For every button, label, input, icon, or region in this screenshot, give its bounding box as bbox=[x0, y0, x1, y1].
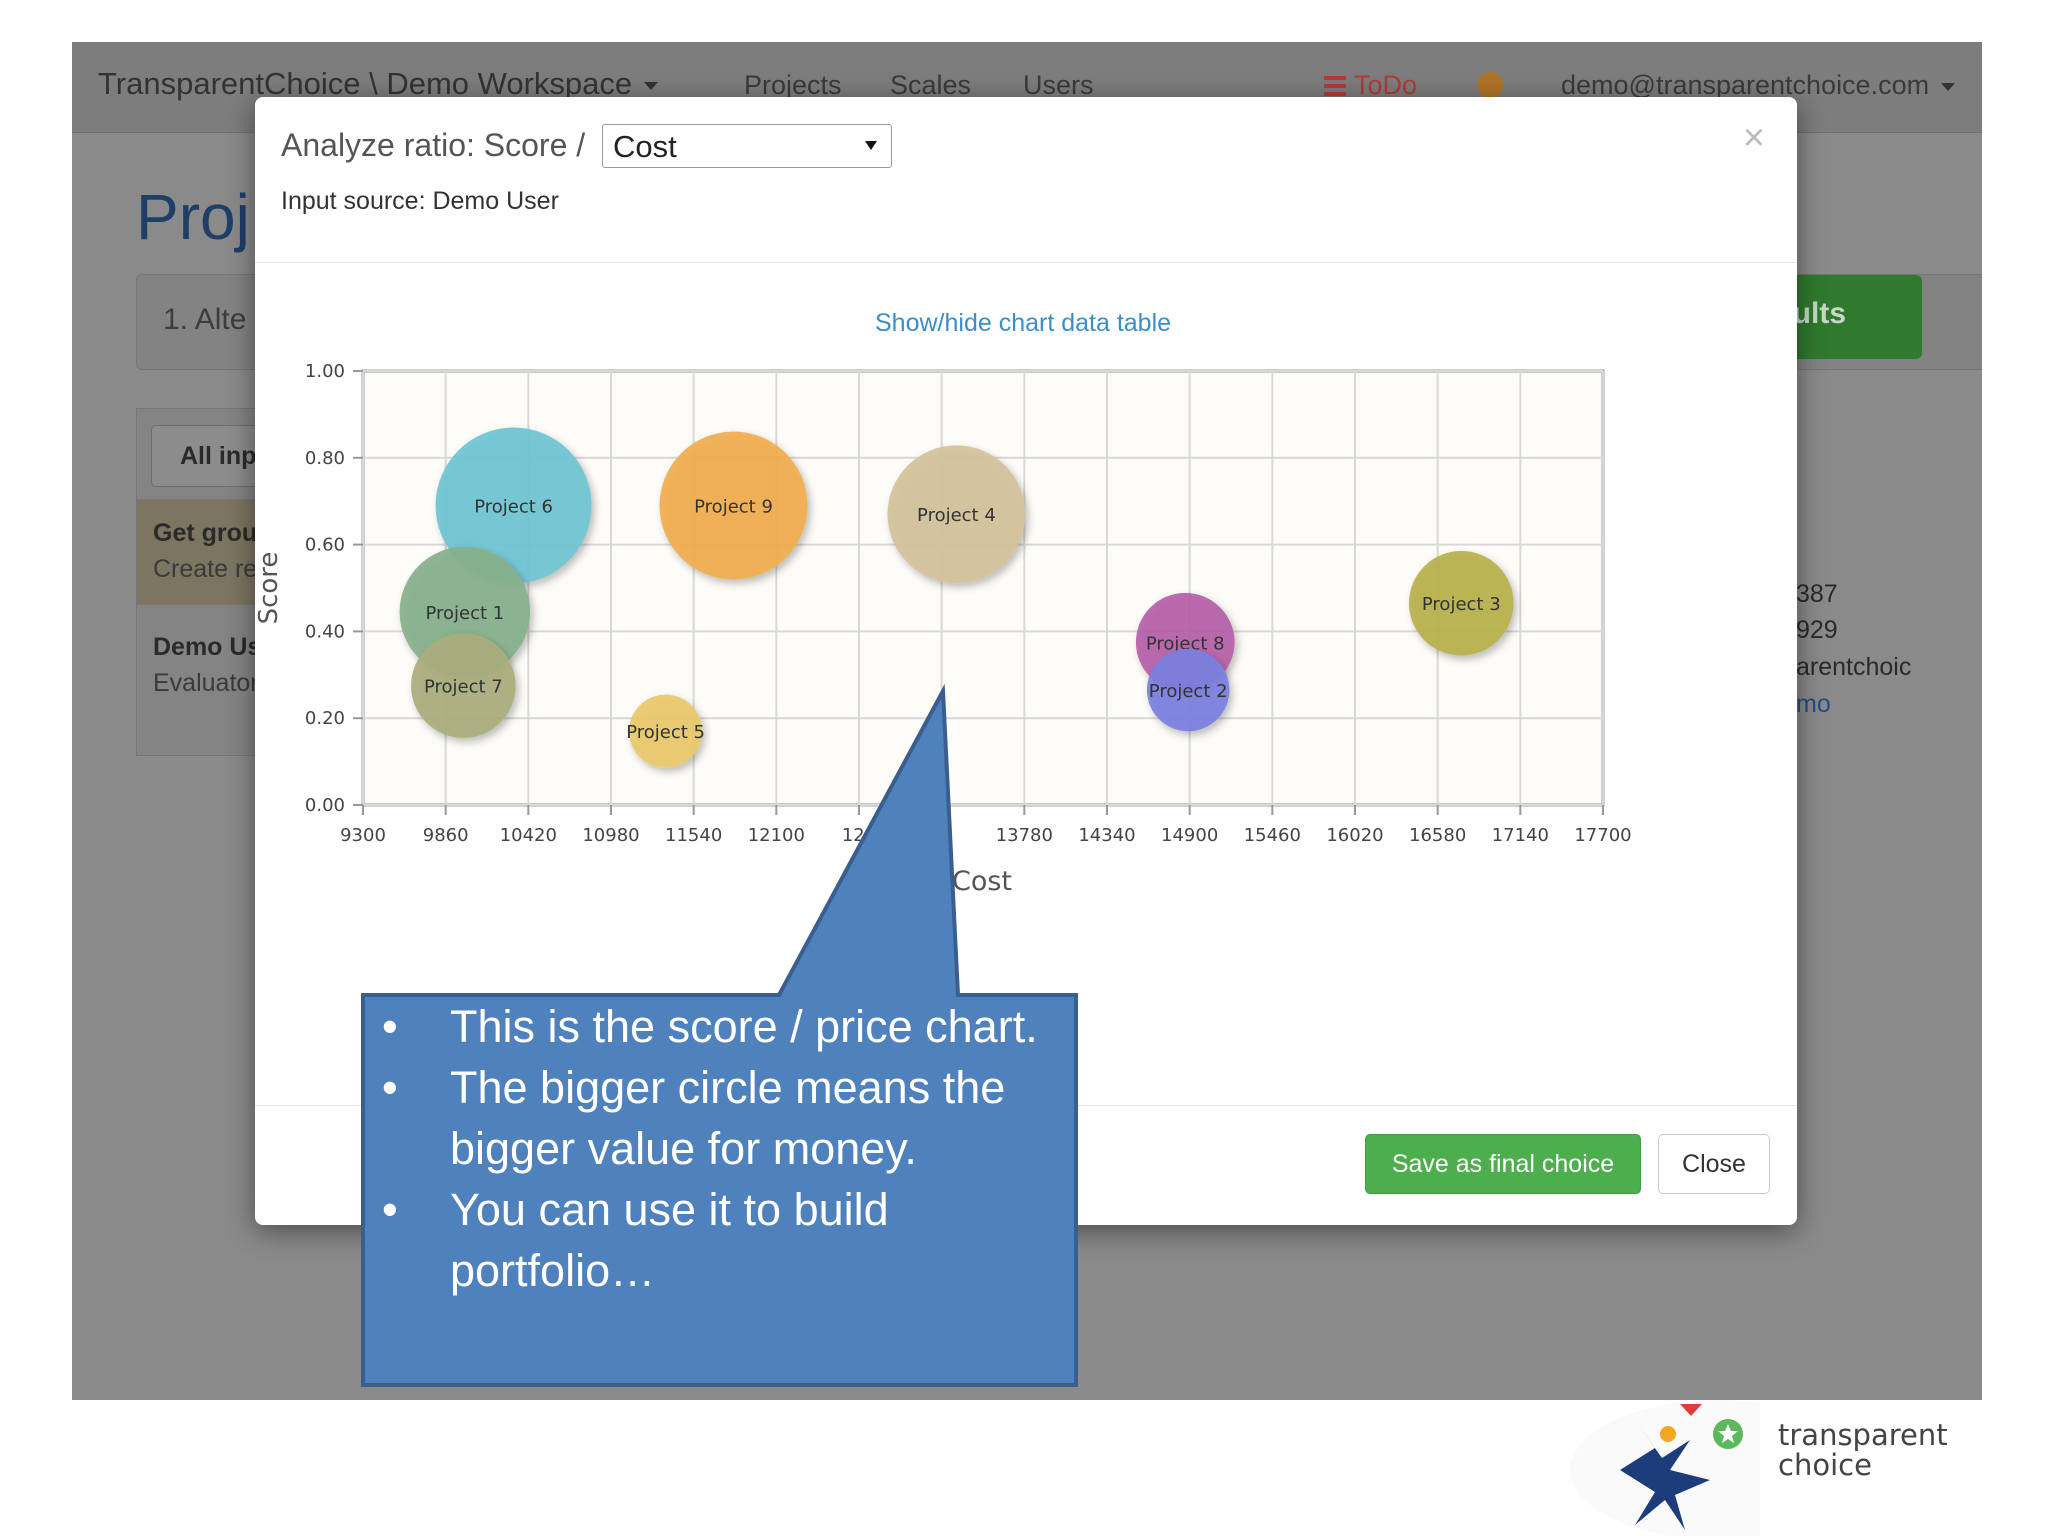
logo-line-2: choice bbox=[1778, 1448, 1872, 1482]
callout-bullet: The bigger circle means the bigger value… bbox=[362, 1057, 1062, 1179]
transparentchoice-logo: transparent choice bbox=[1560, 1400, 1980, 1536]
callout-bullet: This is the score / price chart. bbox=[362, 996, 1062, 1057]
callout-bullets: This is the score / price chart. The big… bbox=[362, 996, 1062, 1301]
logo-text: transparent choice bbox=[1778, 1420, 1948, 1480]
callout-bullet: You can use it to build portfolio… bbox=[362, 1179, 1062, 1301]
logo-line-1: transparent bbox=[1778, 1418, 1948, 1452]
callout-text: This is the score / price chart. The big… bbox=[362, 996, 1062, 1386]
logo-mark-icon bbox=[1570, 1400, 1760, 1536]
